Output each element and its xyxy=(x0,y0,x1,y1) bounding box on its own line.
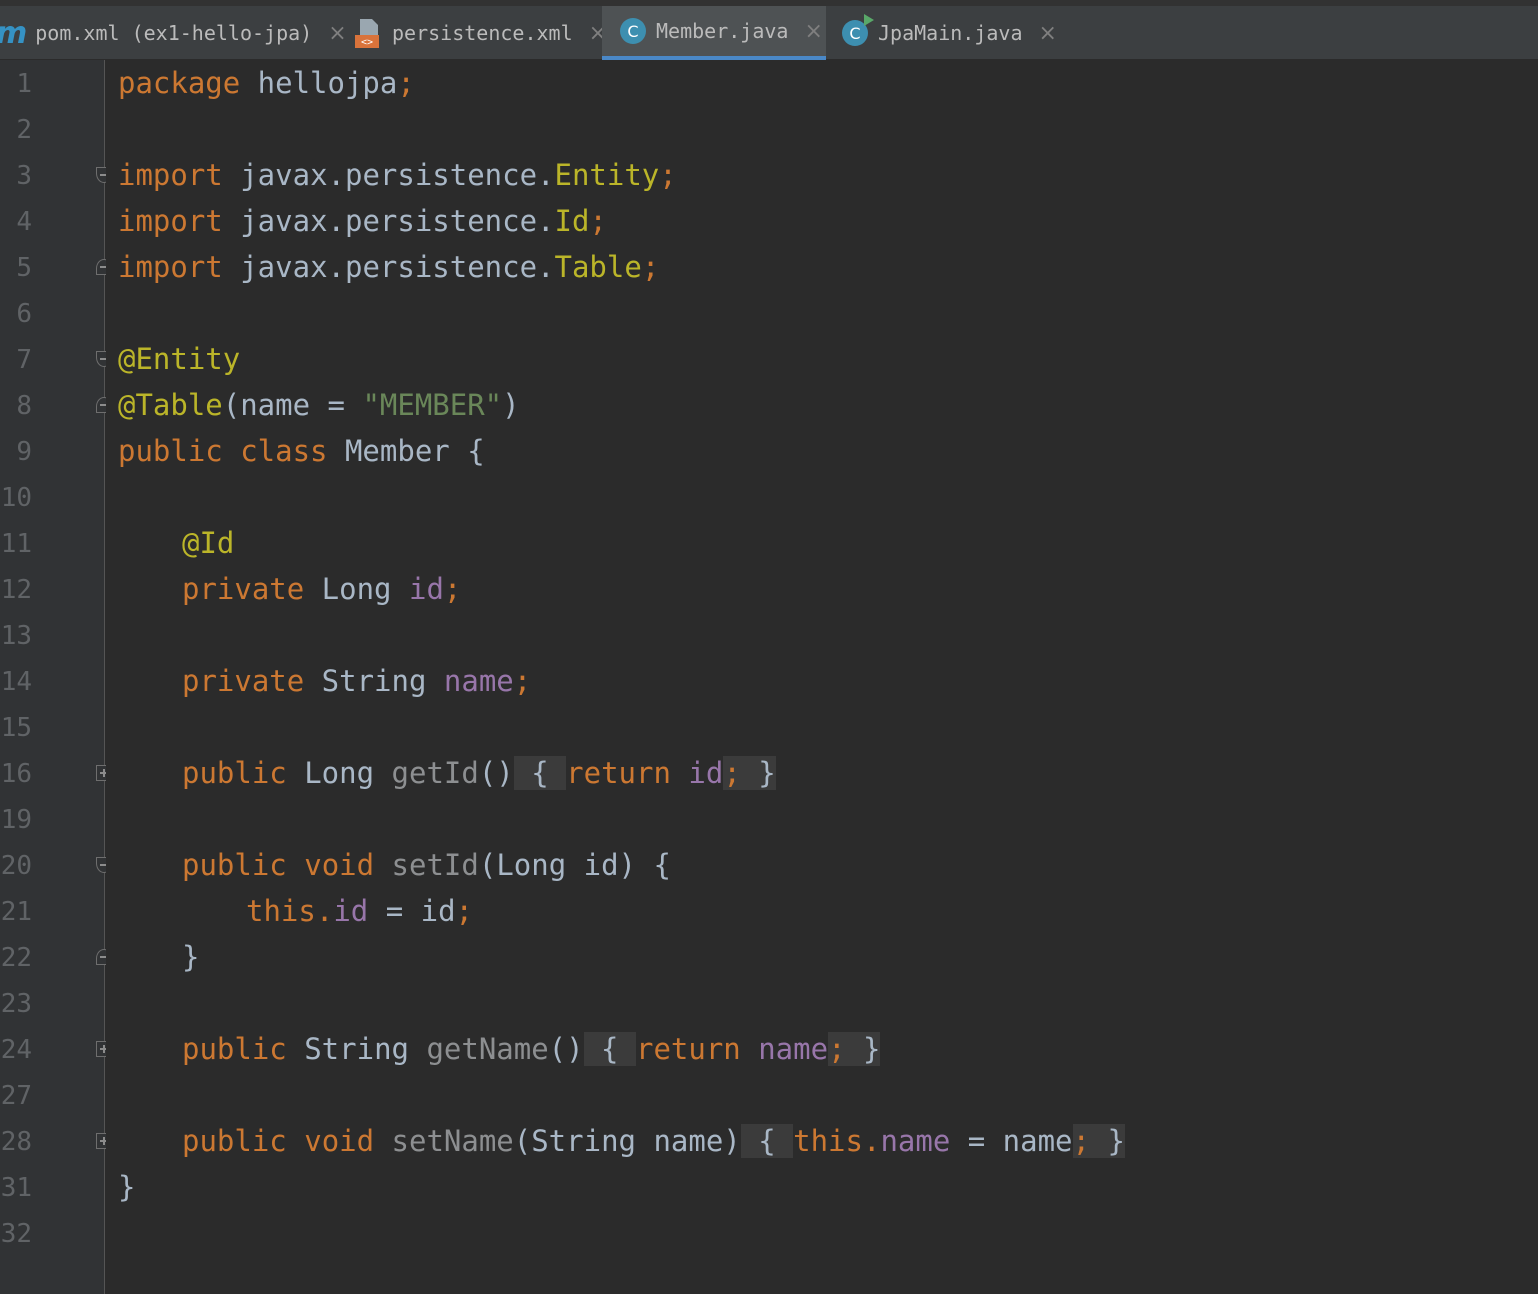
tab-label: JpaMain.java xyxy=(878,21,1023,45)
tab-jpamain-java[interactable]: C JpaMain.java × xyxy=(842,6,1062,60)
tab-label: persistence.xml xyxy=(392,21,573,45)
line-number-gutter[interactable]: 1 2 3 4 5 6 7 8 9 10 11 12 13 14 15 16 1… xyxy=(0,60,105,1294)
line-number: 12 xyxy=(0,575,32,605)
java-class-icon: C xyxy=(620,18,646,44)
code-line: import javax.persistence.Table; xyxy=(118,250,660,284)
line-number: 9 xyxy=(16,437,32,467)
line-number: 20 xyxy=(0,851,32,881)
line-number: 15 xyxy=(0,713,32,743)
line-number: 8 xyxy=(16,391,32,421)
code-line: public void setName(String name) { this.… xyxy=(182,1124,1125,1158)
svg-text:<>: <> xyxy=(361,37,373,48)
code-line: @Entity xyxy=(118,342,241,376)
code-line: } xyxy=(182,940,200,974)
line-number: 23 xyxy=(0,989,32,1019)
code-line: private String name; xyxy=(182,664,532,698)
line-number: 21 xyxy=(0,897,32,927)
code-line: @Id xyxy=(182,526,235,560)
xml-file-icon: <> xyxy=(352,17,382,49)
line-number: 28 xyxy=(0,1127,32,1157)
close-icon[interactable]: × xyxy=(804,19,822,44)
tab-persistence-xml[interactable]: <> persistence.xml × xyxy=(352,6,607,60)
maven-icon: m xyxy=(0,16,27,51)
code-line: import javax.persistence.Entity; xyxy=(118,158,677,192)
line-number: 1 xyxy=(16,69,32,99)
line-number: 5 xyxy=(16,253,32,283)
line-number: 4 xyxy=(16,207,32,237)
line-number: 24 xyxy=(0,1035,32,1065)
line-number: 6 xyxy=(16,299,32,329)
line-number: 27 xyxy=(0,1081,32,1111)
code-line: package hellojpa; xyxy=(118,66,415,100)
line-number: 22 xyxy=(0,943,32,973)
line-number: 10 xyxy=(0,483,32,513)
code-line: this.id = id; xyxy=(246,894,474,928)
code-editor[interactable]: package hellojpa; import javax.persisten… xyxy=(106,60,1538,1294)
code-line: import javax.persistence.Id; xyxy=(118,204,607,238)
code-line: public class Member { xyxy=(118,434,485,468)
line-number: 7 xyxy=(16,345,32,375)
line-number: 11 xyxy=(0,529,32,559)
line-number: 32 xyxy=(0,1219,32,1249)
tab-label: Member.java xyxy=(656,19,789,43)
code-line: public void setId(Long id) { xyxy=(182,848,671,882)
code-line: @Table(name = "MEMBER") xyxy=(118,388,520,422)
code-line: private Long id; xyxy=(182,572,462,606)
line-number: 31 xyxy=(0,1173,32,1203)
java-runnable-class-icon: C xyxy=(842,14,874,46)
tab-pom-xml[interactable]: m pom.xml (ex1-hello-jpa) × xyxy=(0,6,347,60)
line-number: 19 xyxy=(0,805,32,835)
code-line: public Long getId() { return id; } xyxy=(182,756,776,790)
line-number: 2 xyxy=(16,115,32,145)
close-icon[interactable]: × xyxy=(1039,21,1057,46)
run-marker-icon xyxy=(864,14,874,26)
line-number: 13 xyxy=(0,621,32,651)
tab-member-java[interactable]: C Member.java × xyxy=(602,6,826,60)
code-line: } xyxy=(118,1170,136,1204)
line-number: 14 xyxy=(0,667,32,697)
line-number: 3 xyxy=(16,161,32,191)
editor-tab-bar: m pom.xml (ex1-hello-jpa) × <> persisten… xyxy=(0,0,1538,60)
line-number: 16 xyxy=(0,759,32,789)
tab-label: pom.xml (ex1-hello-jpa) xyxy=(35,21,313,45)
code-line: public String getName() { return name; } xyxy=(182,1032,881,1066)
close-icon[interactable]: × xyxy=(328,21,346,46)
